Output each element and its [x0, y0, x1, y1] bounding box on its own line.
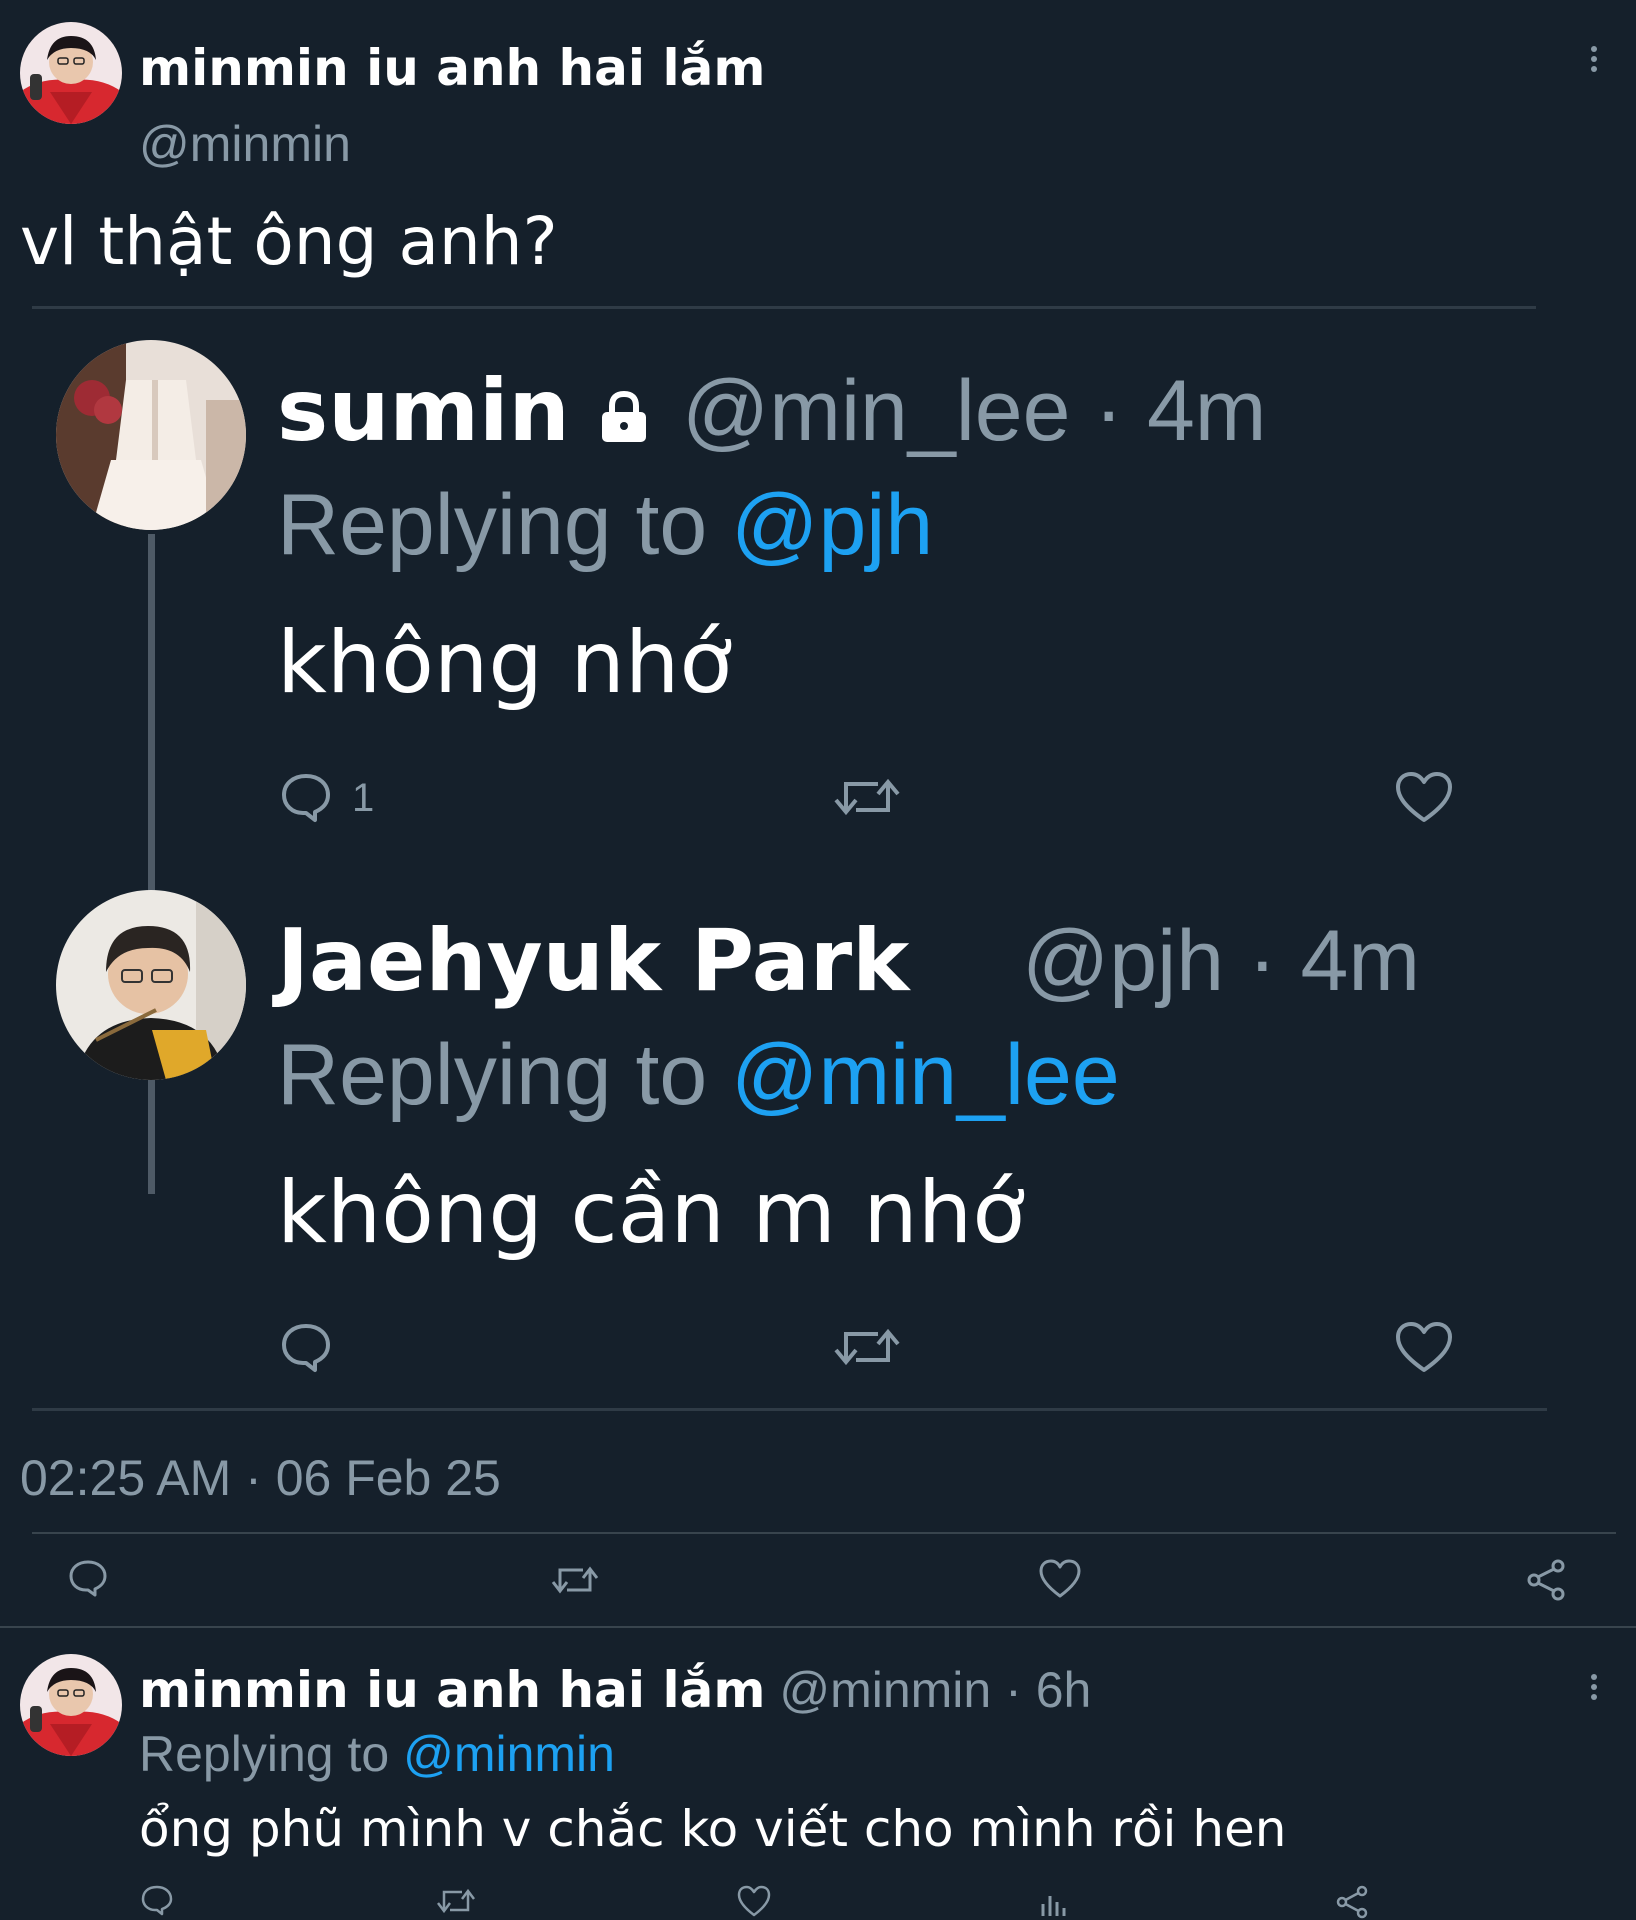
sumin-meta: @min_lee · 4m — [682, 362, 1266, 460]
author-handle[interactable]: @minmin — [139, 116, 351, 172]
replying-handle-link[interactable]: @pjh — [731, 477, 933, 573]
reply-time[interactable]: 6h — [1036, 1662, 1092, 1718]
share-icon[interactable] — [1524, 1558, 1568, 1602]
attached-screenshot[interactable]: sumin @min_lee · 4m Replying to @pjh khô… — [32, 306, 1547, 1411]
like-icon[interactable] — [1394, 1320, 1454, 1376]
like-icon[interactable] — [1038, 1558, 1082, 1600]
author-avatar[interactable] — [20, 22, 122, 124]
meta-separator: · — [1247, 913, 1277, 1009]
meta-separator: · — [1094, 363, 1124, 459]
meta-separator: · — [1005, 1662, 1022, 1718]
reply-count: 1 — [352, 776, 375, 820]
timestamp-divider — [32, 1532, 1616, 1534]
tweet-timestamp[interactable]: 02:25 AM · 06 Feb 25 — [20, 1450, 501, 1506]
like-icon[interactable] — [1394, 770, 1454, 826]
jaehyuk-avatar[interactable] — [56, 890, 246, 1080]
replying-prefix: Replying to — [277, 1027, 708, 1123]
retweet-icon[interactable] — [832, 1322, 902, 1372]
like-icon[interactable] — [736, 1884, 772, 1918]
reply-icon[interactable] — [279, 1320, 333, 1374]
jaehyuk-time[interactable]: 4m — [1301, 913, 1420, 1009]
share-icon[interactable] — [1334, 1884, 1370, 1920]
retweet-icon[interactable] — [832, 772, 902, 822]
reply-icon[interactable] — [279, 770, 333, 824]
reply-author-handle[interactable]: @minmin — [779, 1662, 991, 1718]
sumin-avatar[interactable] — [56, 340, 246, 530]
author-avatar[interactable] — [20, 1654, 122, 1756]
reply-icon[interactable] — [140, 1884, 174, 1918]
tweet-text: vl thật ông anh? — [20, 203, 558, 280]
jaehyuk-meta: @pjh · 4m — [1022, 912, 1420, 1010]
replying-handle-link[interactable]: @minmin — [403, 1726, 615, 1782]
jaehyuk-name[interactable]: Jaehyuk Park — [277, 912, 909, 1010]
thread-divider — [0, 1626, 1636, 1628]
jaehyuk-replying-to: Replying to @min_lee — [277, 1026, 1120, 1124]
sumin-replying-to: Replying to @pjh — [277, 476, 933, 574]
jaehyuk-tweet-text: không cần m nhớ — [277, 1163, 1025, 1263]
thread-connector-line — [148, 534, 155, 1194]
more-vertical-icon[interactable] — [1582, 1672, 1606, 1702]
replying-prefix: Replying to — [277, 477, 708, 573]
author-name[interactable]: minmin iu anh hai lắm — [139, 40, 765, 96]
screenshot-top-divider — [32, 306, 1536, 309]
sumin-name[interactable]: sumin — [277, 362, 570, 460]
analytics-icon[interactable] — [1038, 1886, 1070, 1918]
more-vertical-icon[interactable] — [1582, 44, 1606, 74]
reply-icon[interactable] — [68, 1558, 108, 1598]
reply-tweet-text: ổng phũ mình v chắc ko viết cho mình rồi… — [139, 1800, 1287, 1858]
screenshot-bottom-divider — [32, 1408, 1547, 1411]
reply-author-name[interactable]: minmin iu anh hai lắm — [139, 1661, 765, 1719]
lock-icon — [598, 390, 650, 444]
replying-handle-link[interactable]: @min_lee — [731, 1027, 1119, 1123]
tweet-thread-view: minmin iu anh hai lắm @minmin vl thật ôn… — [0, 0, 1636, 1920]
replying-prefix: Replying to — [139, 1726, 390, 1782]
sumin-tweet-text: không nhớ — [277, 613, 732, 713]
sumin-time[interactable]: 4m — [1147, 363, 1266, 459]
retweet-icon[interactable] — [550, 1562, 600, 1598]
reply-header: minmin iu anh hai lắm @minmin · 6h — [139, 1662, 1091, 1718]
jaehyuk-handle[interactable]: @pjh — [1022, 913, 1224, 1009]
reply-replying-to: Replying to @minmin — [139, 1726, 615, 1782]
retweet-icon[interactable] — [436, 1886, 476, 1916]
sumin-handle[interactable]: @min_lee — [682, 363, 1070, 459]
